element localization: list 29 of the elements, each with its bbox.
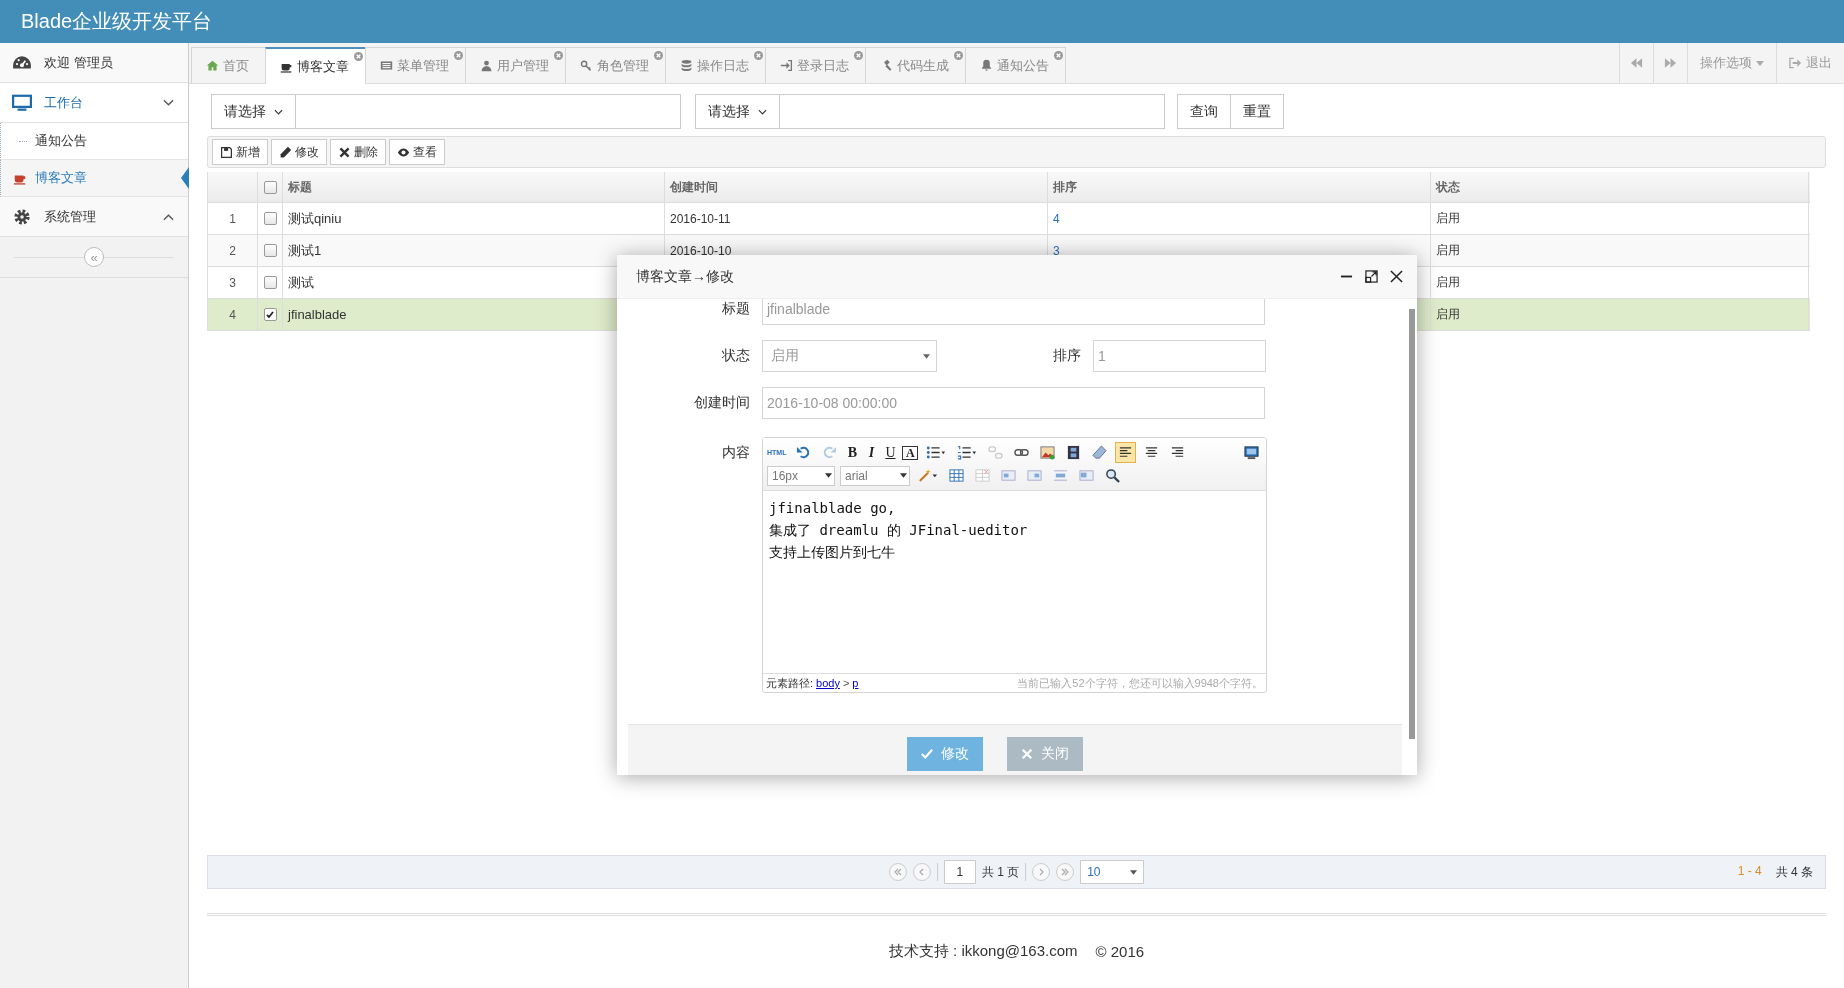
record-range: 1 - 4 (1737, 863, 1762, 880)
path-separator: > (842, 677, 850, 689)
page-count: 共 1 页 (981, 863, 1020, 881)
field-label: 创建时间 (693, 394, 750, 412)
table-cell: 启用 (1431, 235, 1809, 266)
app-title: Blade企业级开发平台 (21, 9, 213, 34)
table-cell: 启用 (1431, 299, 1809, 330)
table-cell: 启用 (1431, 203, 1809, 234)
table-cell: 4 (1048, 203, 1431, 234)
record-total: 共 4 条 (1775, 863, 1813, 881)
field-label: 标题 (721, 300, 750, 318)
table-cell: 测试qiniu (283, 203, 665, 234)
row-number: 1 (208, 203, 258, 234)
character-counter: 当前已输入52个字符，您还可以输入9948个字符。 (1017, 675, 1263, 691)
row-number: 2 (208, 235, 258, 266)
path-label: 元素路径: (766, 675, 814, 691)
row-number: 4 (208, 299, 258, 330)
field-label: 内容 (721, 444, 750, 462)
field-label: 排序 (1052, 347, 1081, 365)
row-number: 3 (208, 267, 258, 298)
dialog-title: 博客文章→修改 (636, 267, 734, 286)
text-line: jfinalblade go, (769, 499, 897, 518)
text-line: 集成了 dreamlu 的 JFinal-ueditor (769, 521, 1029, 540)
field-label: 状态 (721, 347, 750, 365)
text-line: 支持上传图片到七牛 (769, 543, 896, 562)
copyright: © 2016 (1095, 942, 1145, 960)
table-cell: 2016-10-11 (665, 203, 1048, 234)
support-contact: 技术支持 : ikkong@163.com (888, 941, 1078, 961)
table-cell: 启用 (1431, 267, 1809, 298)
